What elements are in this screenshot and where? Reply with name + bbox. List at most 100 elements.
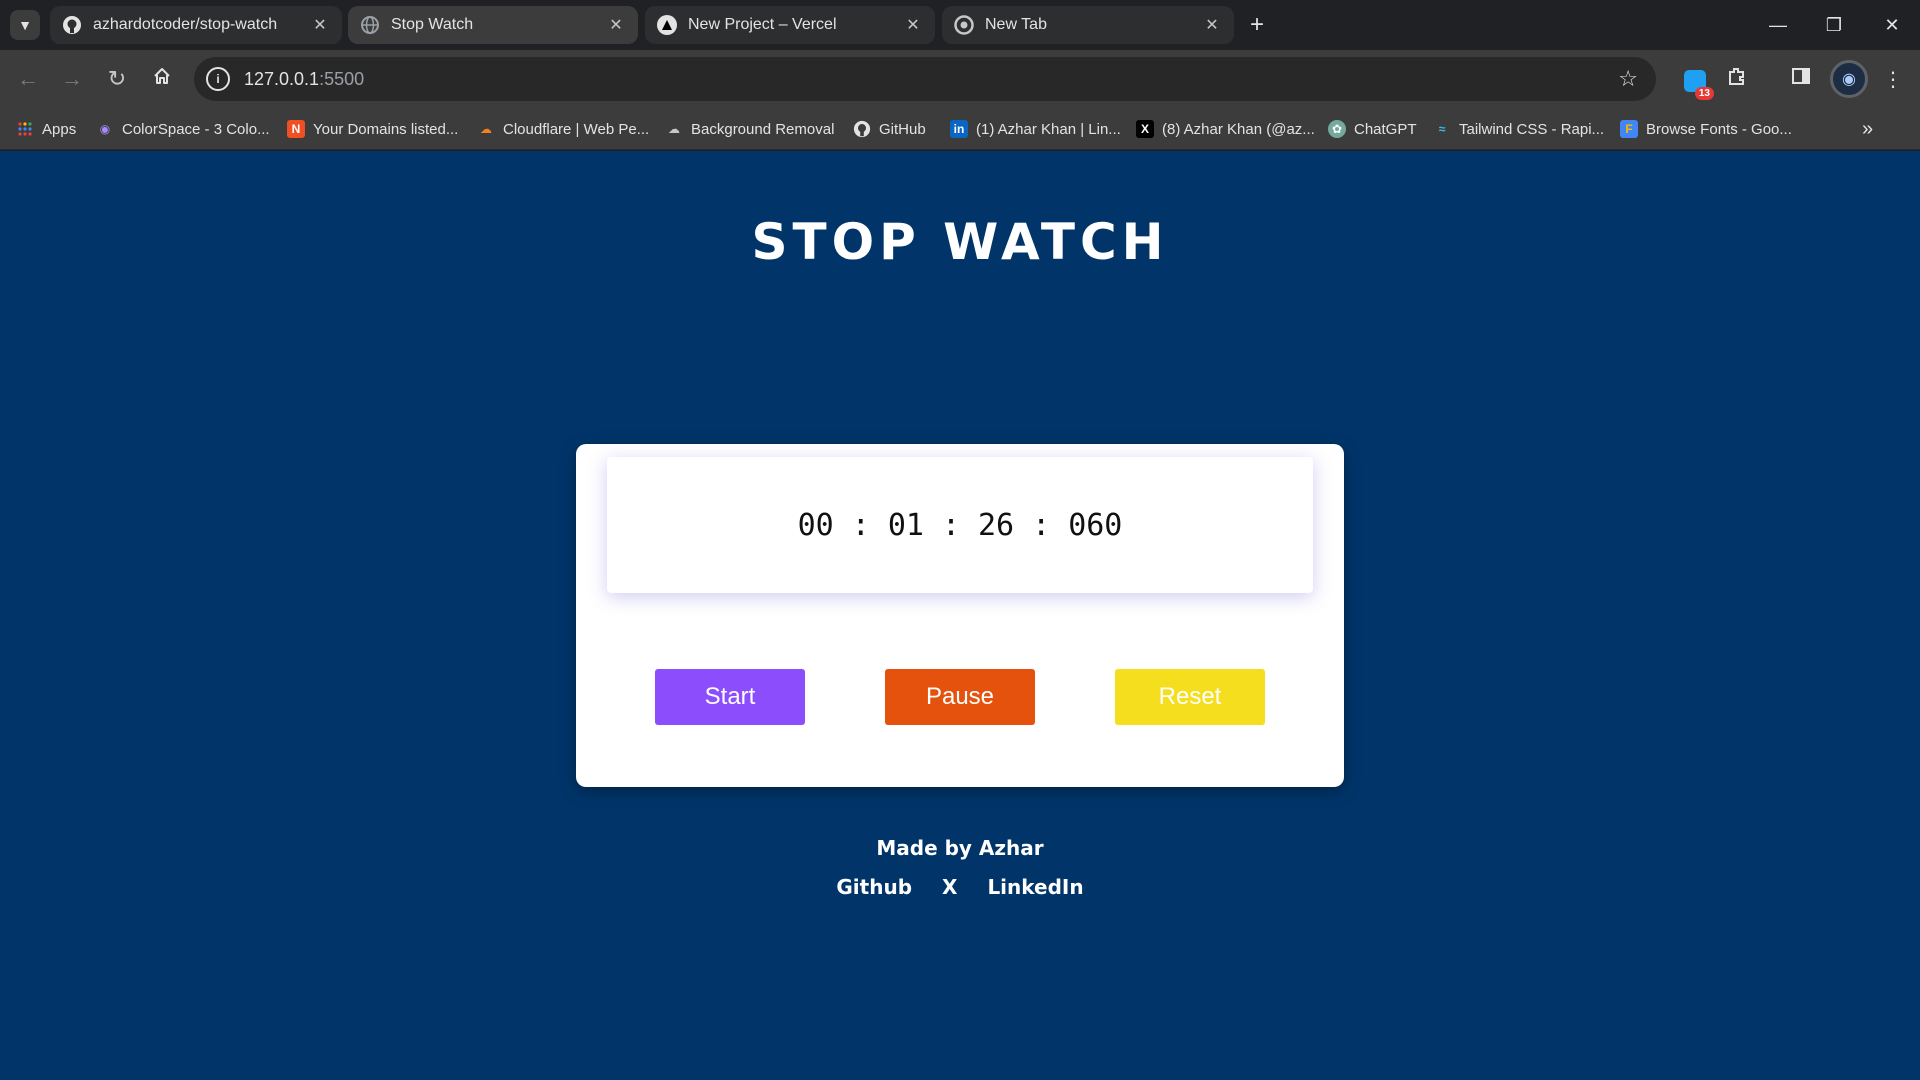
minimize-icon: —: [1769, 14, 1787, 35]
footer-credit: Made by Azhar: [876, 836, 1044, 860]
tab-github[interactable]: azhardotcoder/stop-watch ✕: [50, 6, 342, 44]
timer-separator: :: [941, 507, 960, 543]
bookmark-colorspace[interactable]: ◉ ColorSpace - 3 Colo...: [96, 118, 270, 140]
timer-separator: :: [1032, 507, 1051, 543]
pause-button[interactable]: Pause: [885, 669, 1035, 725]
avatar-icon: ◉: [1842, 71, 1856, 88]
more-vertical-icon: ⋮: [1883, 68, 1903, 91]
timer-milliseconds: 060: [1068, 507, 1123, 543]
bookmark-background-removal[interactable]: ☁ Background Removal: [665, 118, 834, 140]
apps-grid-icon: [16, 120, 34, 138]
extension-icon[interactable]: 13: [1684, 70, 1714, 100]
arrow-left-icon: ←: [17, 66, 39, 91]
chatgpt-icon: ✿: [1328, 120, 1346, 138]
home-button[interactable]: [147, 64, 177, 94]
close-icon[interactable]: ✕: [1202, 15, 1222, 35]
bookmark-google-fonts[interactable]: F Browse Fonts - Goo...: [1620, 118, 1792, 140]
bookmark-tailwind[interactable]: ≈ Tailwind CSS - Rapi...: [1433, 118, 1604, 140]
tab-title: New Tab: [985, 16, 1047, 33]
tab-strip: ▼ azhardotcoder/stop-watch ✕ Stop Watch …: [0, 0, 1920, 50]
page-title: STOP WATCH: [751, 213, 1169, 271]
bookmark-linkedin[interactable]: in (1) Azhar Khan | Lin...: [950, 118, 1121, 140]
home-icon: [152, 66, 172, 92]
bookmark-label: Browse Fonts - Goo...: [1646, 120, 1792, 138]
cloud-icon: ☁: [668, 122, 680, 136]
globe-icon: [360, 15, 380, 35]
reload-button[interactable]: ↻: [102, 64, 132, 94]
bookmarks-overflow-button[interactable]: »: [1862, 118, 1873, 141]
google-fonts-icon: F: [1620, 120, 1638, 138]
restore-button[interactable]: ❐: [1806, 0, 1862, 50]
footer-link-x[interactable]: X: [942, 875, 957, 899]
bookmark-x[interactable]: X (8) Azhar Khan (@az...: [1136, 118, 1315, 140]
bookmark-label: Apps: [42, 120, 77, 138]
timer-seconds: 26: [978, 507, 1015, 543]
info-icon[interactable]: i: [206, 67, 230, 91]
vercel-icon: [657, 15, 677, 35]
footer-link-github[interactable]: Github: [836, 875, 912, 899]
github-icon: [853, 120, 871, 138]
url-host: 127.0.0.1: [244, 68, 320, 89]
url-text: 127.0.0.1:5500: [244, 69, 364, 90]
address-bar[interactable]: i 127.0.0.1:5500 ☆: [194, 57, 1656, 101]
tab-title: azhardotcoder/stop-watch: [93, 16, 278, 33]
tab-stop-watch[interactable]: Stop Watch ✕: [348, 6, 638, 44]
footer-link-linkedin[interactable]: LinkedIn: [987, 875, 1083, 899]
bookmarks-bar: Apps ◉ ColorSpace - 3 Colo... N Your Dom…: [0, 108, 1920, 150]
bookmark-label: ChatGPT: [1354, 120, 1417, 138]
reload-icon: ↻: [107, 66, 127, 91]
close-icon: ✕: [1884, 14, 1900, 35]
chevron-down-icon: ▼: [18, 17, 32, 33]
bookmark-label: GitHub: [879, 120, 926, 138]
timer-minutes: 01: [887, 507, 924, 543]
close-icon[interactable]: ✕: [310, 15, 330, 35]
colorspace-icon: ◉: [99, 122, 111, 136]
forward-button[interactable]: →: [57, 64, 87, 94]
tab-search-button[interactable]: ▼: [10, 10, 40, 40]
bookmark-label: Tailwind CSS - Rapi...: [1459, 120, 1605, 138]
tab-vercel[interactable]: New Project – Vercel ✕: [645, 6, 935, 44]
bookmark-cloudflare[interactable]: ☁ Cloudflare | Web Pe...: [477, 118, 649, 140]
bookmark-label: (1) Azhar Khan | Lin...: [976, 120, 1121, 138]
stopwatch-card: 00 : 01 : 26 : 060 Start Pause Reset: [576, 444, 1344, 787]
minimize-button[interactable]: —: [1750, 0, 1806, 50]
browser-toolbar: ← → ↻ i 127.0.0.1:5500 ☆ 13 ◉ ⋮: [0, 50, 1920, 108]
tailwind-icon: ≈: [1438, 122, 1446, 136]
restore-icon: ❐: [1825, 14, 1843, 35]
chrome-icon: [954, 15, 974, 35]
arrow-right-icon: →: [61, 66, 83, 91]
side-panel-button[interactable]: [1786, 64, 1816, 94]
close-icon[interactable]: ✕: [606, 15, 626, 35]
extensions-button[interactable]: [1722, 64, 1752, 94]
tab-title: New Project – Vercel: [688, 16, 837, 33]
namecheap-icon: N: [287, 120, 305, 138]
bookmark-label: Background Removal: [691, 120, 835, 138]
linkedin-icon: in: [950, 120, 968, 138]
close-icon[interactable]: ✕: [903, 15, 923, 35]
reset-button[interactable]: Reset: [1115, 669, 1265, 725]
extension-badge-count: 13: [1694, 87, 1714, 100]
double-chevron-right-icon: »: [1862, 118, 1874, 140]
bookmark-github[interactable]: GitHub: [853, 118, 926, 140]
page-viewport: STOP WATCH 00 : 01 : 26 : 060 Start Paus…: [0, 151, 1920, 1080]
bookmark-apps[interactable]: Apps: [16, 118, 76, 140]
url-port: :5500: [319, 68, 365, 89]
bookmark-chatgpt[interactable]: ✿ ChatGPT: [1328, 118, 1417, 140]
menu-button[interactable]: ⋮: [1878, 64, 1908, 94]
start-button[interactable]: Start: [655, 669, 805, 725]
bookmark-label: Your Domains listed...: [313, 120, 459, 138]
close-window-button[interactable]: ✕: [1864, 0, 1920, 50]
timer-display: 00 : 01 : 26 : 060: [607, 457, 1313, 593]
new-tab-button[interactable]: +: [1242, 10, 1272, 40]
puzzle-icon: [1726, 65, 1748, 93]
tab-new-tab[interactable]: New Tab ✕: [942, 6, 1234, 44]
bookmark-namecheap[interactable]: N Your Domains listed...: [287, 118, 458, 140]
profile-avatar[interactable]: ◉: [1830, 60, 1868, 98]
timer-separator: :: [851, 507, 870, 543]
bookmark-star-icon[interactable]: ☆: [1618, 66, 1638, 92]
plus-icon: +: [1249, 11, 1264, 38]
back-button[interactable]: ←: [13, 64, 43, 94]
side-panel-icon: [1791, 66, 1811, 92]
timer-hours: 00: [797, 507, 834, 543]
bookmark-label: Cloudflare | Web Pe...: [503, 120, 650, 138]
